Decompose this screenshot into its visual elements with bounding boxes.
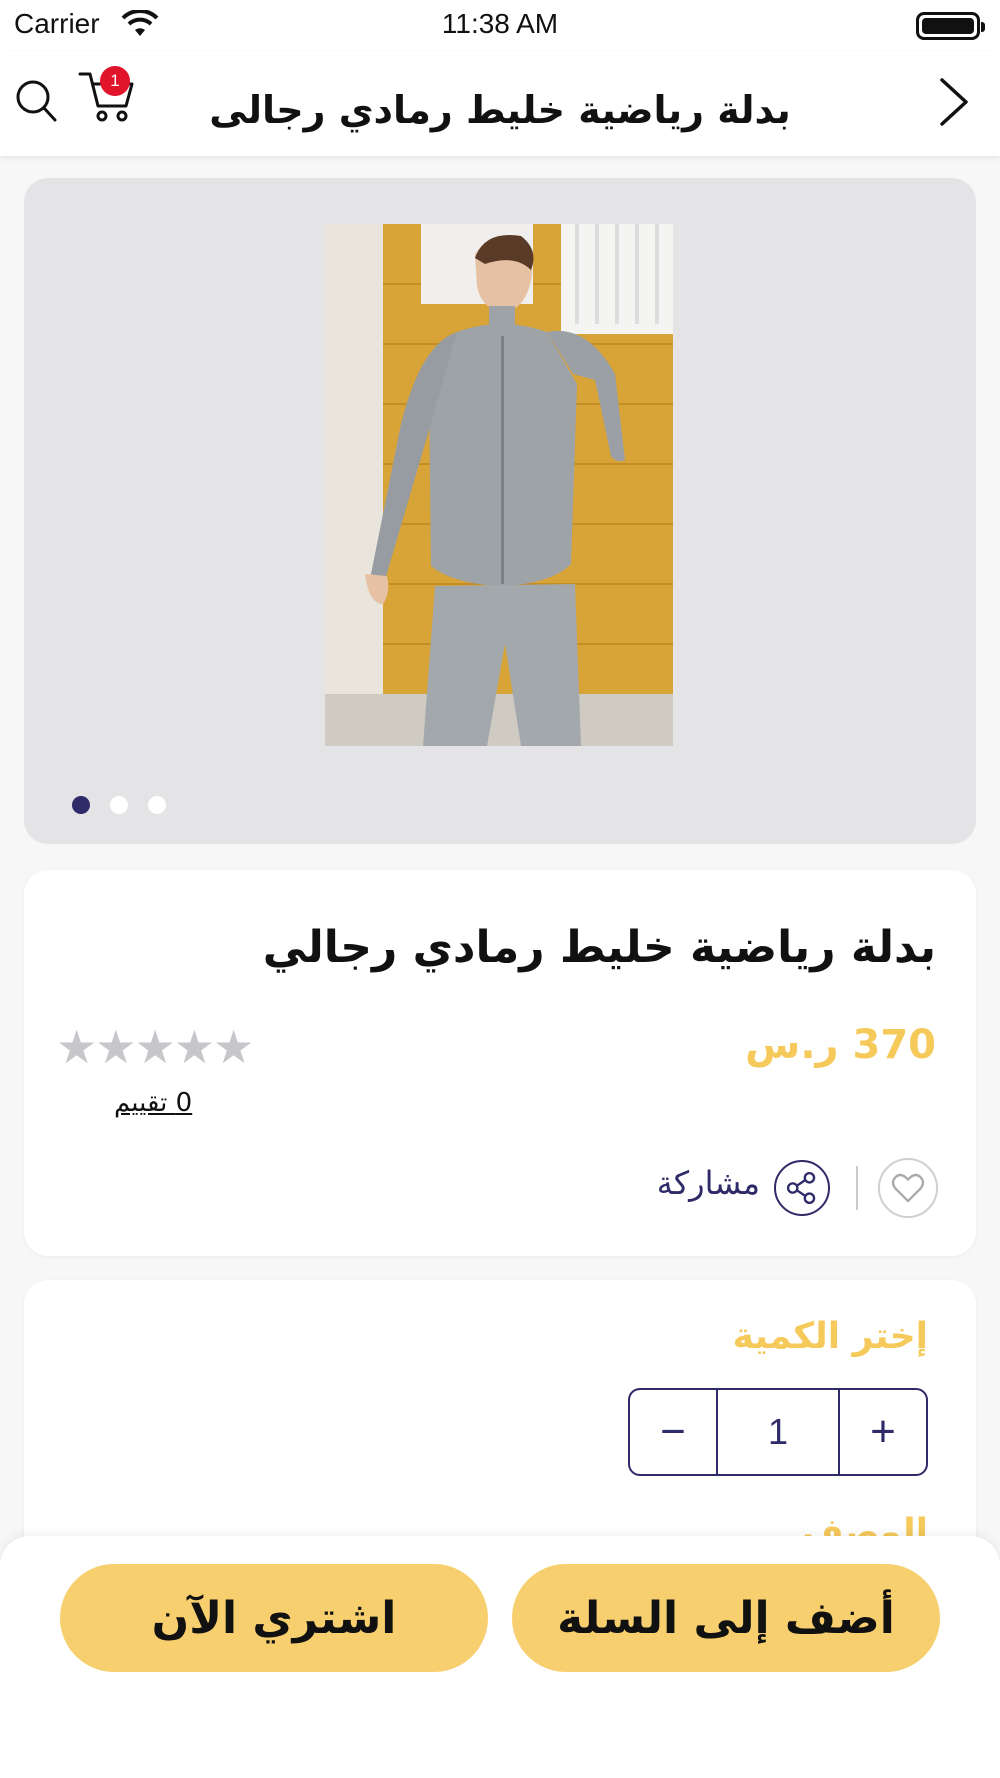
status-bar: Carrier 11:38 AM	[0, 0, 1000, 52]
pagination-dot[interactable]	[110, 796, 128, 814]
divider	[856, 1166, 858, 1210]
increase-button[interactable]: +	[840, 1390, 926, 1474]
quantity-stepper[interactable]: − 1 +	[628, 1388, 928, 1476]
product-price: 370 ر.س	[745, 1022, 936, 1068]
quantity-label: إختر الكمية	[732, 1316, 928, 1357]
quantity-value[interactable]: 1	[716, 1390, 840, 1474]
decrease-button[interactable]: −	[630, 1390, 716, 1474]
product-name: بدلة رياضية خليط رمادي رجالي	[262, 922, 936, 973]
chevron-right-icon[interactable]	[934, 76, 974, 128]
buy-now-button[interactable]: اشتري الآن	[60, 1564, 488, 1672]
add-to-cart-button[interactable]: أضف إلى السلة	[512, 1564, 940, 1672]
ratings-count-link[interactable]: 0 تقييم	[114, 1088, 192, 1118]
bottom-action-bar: اشتري الآن أضف إلى السلة	[0, 1536, 1000, 1778]
heart-icon[interactable]	[878, 1158, 938, 1218]
pagination-dot-active[interactable]	[72, 796, 90, 814]
product-photo-illustration	[325, 224, 673, 746]
star-rating[interactable]: ★★★★★	[56, 1020, 254, 1074]
product-photo	[325, 224, 673, 746]
product-image-gallery[interactable]	[24, 178, 976, 844]
product-info-card: بدلة رياضية خليط رمادي رجالي 370 ر.س ★★★…	[24, 870, 976, 1256]
share-icon[interactable]	[774, 1160, 830, 1216]
battery-icon	[916, 12, 985, 40]
clock: 11:38 AM	[441, 8, 559, 39]
navigation-bar: 1 بدلة رياضية خليط رمادي رجالى	[0, 52, 1000, 156]
page-title: بدلة رياضية خليط رمادي رجالى	[209, 88, 791, 132]
share-label[interactable]: مشاركة	[657, 1164, 760, 1202]
pagination-dot[interactable]	[148, 796, 166, 814]
